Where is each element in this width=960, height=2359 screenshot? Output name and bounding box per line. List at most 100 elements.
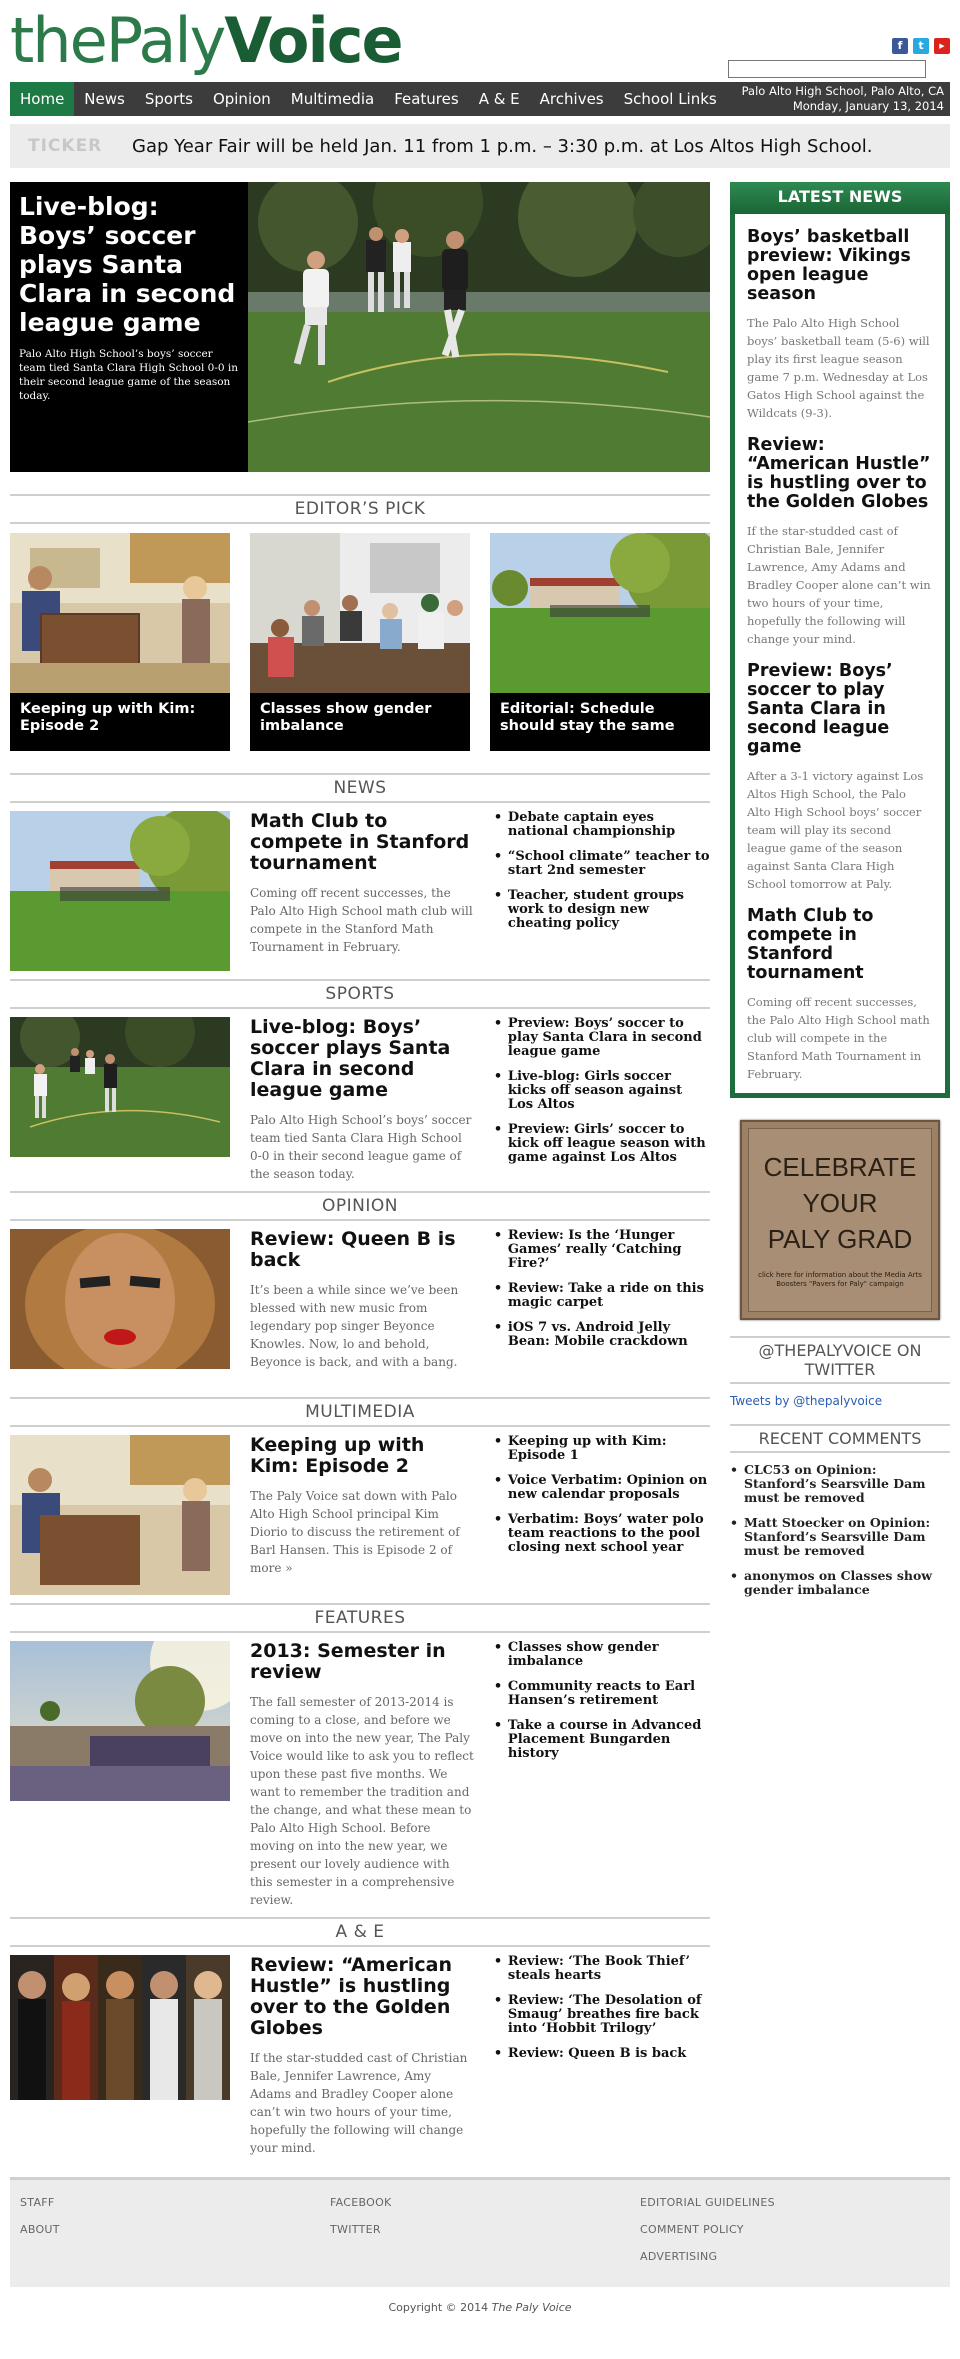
opinion-summary: It’s been a while since we’ve been bless… <box>250 1283 459 1369</box>
copyright: Copyright © 2014 The Paly Voice <box>10 2301 950 2314</box>
sports-link[interactable]: Preview: Girls’ soccer to kick off leagu… <box>494 1123 710 1165</box>
ticker-text[interactable]: Gap Year Fair will be held Jan. 11 from … <box>132 136 873 157</box>
multimedia-thumbnail[interactable] <box>10 1435 230 1595</box>
editors-pick-caption[interactable]: Editorial: Schedule should stay the same <box>490 693 710 751</box>
sports-feature: Live-blog: Boys’ soccer plays Santa Clar… <box>250 1017 474 1183</box>
nav-archives[interactable]: Archives <box>530 82 614 116</box>
latest-news-title[interactable]: Review: “American Hustle” is hustling ov… <box>747 436 933 512</box>
copyright-name: The Paly Voice <box>491 2301 572 2314</box>
recent-comment[interactable]: anonymos on Classes show gender imbalanc… <box>730 1569 950 1597</box>
editors-pick-caption[interactable]: Keeping up with Kim: Episode 2 <box>10 693 230 751</box>
footer-col-3: EDITORIAL GUIDELINES COMMENT POLICY ADVE… <box>640 2196 950 2287</box>
latest-news-title[interactable]: Math Club to compete in Stanford tournam… <box>747 907 933 983</box>
ae-heading: A & E <box>10 1917 710 1947</box>
ae-feature: Review: “American Hustle” is hustling ov… <box>250 1955 474 2157</box>
nav-opinion[interactable]: Opinion <box>203 82 281 116</box>
site-header: thePalyVoice f t ▶ <box>10 0 950 82</box>
hero-photo[interactable] <box>248 182 710 472</box>
latest-news-heading: LATEST NEWS <box>730 182 950 214</box>
nav-news[interactable]: News <box>74 82 135 116</box>
ae-link[interactable]: Review: ‘The Desolation of Smaug’ breath… <box>494 1994 710 2036</box>
opinion-section: Review: Queen B is back It’s been a whil… <box>10 1229 710 1389</box>
opinion-thumbnail[interactable] <box>10 1229 230 1389</box>
latest-news-summary: After a 3-1 victory against Los Altos Hi… <box>747 769 924 891</box>
facebook-icon[interactable]: f <box>892 38 908 54</box>
news-summary: Coming off recent successes, the Palo Al… <box>250 886 473 954</box>
ae-links: Review: ‘The Book Thief’ steals hearts R… <box>494 1955 710 2157</box>
multimedia-link[interactable]: Keeping up with Kim: Episode 1 <box>494 1435 710 1463</box>
multimedia-title[interactable]: Keeping up with Kim: Episode 2 <box>250 1435 474 1477</box>
footer-link-facebook[interactable]: FACEBOOK <box>330 2196 640 2209</box>
recent-comments-list: CLC53 on Opinion: Stanford’s Searsville … <box>730 1463 950 1597</box>
opinion-title[interactable]: Review: Queen B is back <box>250 1229 474 1271</box>
news-heading: NEWS <box>10 773 710 803</box>
hero-title[interactable]: Live-blog: Boys’ soccer plays Santa Clar… <box>19 192 239 337</box>
sports-title[interactable]: Live-blog: Boys’ soccer plays Santa Clar… <box>250 1017 474 1101</box>
youtube-icon[interactable]: ▶ <box>934 38 950 54</box>
opinion-link[interactable]: iOS 7 vs. Android Jelly Bean: Mobile cra… <box>494 1321 710 1349</box>
ad-line-2: YOUR <box>802 1188 878 1218</box>
nav-ae[interactable]: A & E <box>469 82 530 116</box>
paly-grad-ad[interactable]: CELEBRATE YOUR PALY GRAD click here for … <box>740 1120 940 1320</box>
recent-comment[interactable]: Matt Stoecker on Opinion: Stanford’s Sea… <box>730 1516 950 1558</box>
ae-link[interactable]: Review: Queen B is back <box>494 2047 710 2062</box>
news-title[interactable]: Math Club to compete in Stanford tournam… <box>250 811 474 874</box>
editors-pick-image <box>490 533 710 693</box>
nav-school-links[interactable]: School Links <box>614 82 727 116</box>
opinion-link[interactable]: Review: Is the ‘Hunger Games’ really ‘Ca… <box>494 1229 710 1271</box>
editors-pick-item[interactable]: Keeping up with Kim: Episode 2 <box>10 533 230 751</box>
news-section: Math Club to compete in Stanford tournam… <box>10 811 710 971</box>
footer-link-staff[interactable]: STAFF <box>20 2196 330 2209</box>
news-thumbnail[interactable] <box>10 811 230 971</box>
footer-link-twitter[interactable]: TWITTER <box>330 2223 640 2236</box>
editors-pick-caption[interactable]: Classes show gender imbalance <box>250 693 470 751</box>
copyright-prefix: Copyright © 2014 <box>388 2301 492 2314</box>
hero-text: Live-blog: Boys’ soccer plays Santa Clar… <box>10 182 248 472</box>
features-link[interactable]: Community reacts to Earl Hansen’s retire… <box>494 1680 710 1708</box>
ae-thumbnail[interactable] <box>10 1955 230 2115</box>
ae-summary: If the star-studded cast of Christian Ba… <box>250 2051 468 2155</box>
news-link[interactable]: Debate captain eyes national championshi… <box>494 811 710 839</box>
multimedia-links: Keeping up with Kim: Episode 1 Voice Ver… <box>494 1435 710 1595</box>
twitter-icon[interactable]: t <box>913 38 929 54</box>
footer-link-about[interactable]: ABOUT <box>20 2223 330 2236</box>
hero-story[interactable]: Live-blog: Boys’ soccer plays Santa Clar… <box>10 182 710 472</box>
sports-thumbnail[interactable] <box>10 1017 230 1177</box>
features-link[interactable]: Take a course in Advanced Placement Bung… <box>494 1719 710 1761</box>
features-title[interactable]: 2013: Semester in review <box>250 1641 474 1683</box>
latest-news-item: Preview: Boys’ soccer to play Santa Clar… <box>735 662 945 893</box>
opinion-link[interactable]: Review: Take a ride on this magic carpet <box>494 1282 710 1310</box>
editors-pick-item[interactable]: Editorial: Schedule should stay the same <box>490 533 710 751</box>
editors-pick-item[interactable]: Classes show gender imbalance <box>250 533 470 751</box>
multimedia-link[interactable]: Voice Verbatim: Opinion on new calendar … <box>494 1474 710 1502</box>
features-link[interactable]: Classes show gender imbalance <box>494 1641 710 1669</box>
site-location: Palo Alto High School, Palo Alto, CA <box>741 84 944 98</box>
ticker: TICKER Gap Year Fair will be held Jan. 1… <box>10 124 950 168</box>
ae-title[interactable]: Review: “American Hustle” is hustling ov… <box>250 1955 474 2039</box>
news-link[interactable]: Teacher, student groups work to design n… <box>494 889 710 931</box>
sports-link[interactable]: Live-blog: Girls soccer kicks off season… <box>494 1070 710 1112</box>
latest-news-title[interactable]: Boys’ basketball preview: Vikings open l… <box>747 228 933 304</box>
site-footer: STAFF ABOUT FACEBOOK TWITTER EDITORIAL G… <box>10 2177 950 2287</box>
features-thumbnail[interactable] <box>10 1641 230 1801</box>
news-link[interactable]: “School climate” teacher to start 2nd se… <box>494 850 710 878</box>
nav-sports[interactable]: Sports <box>135 82 203 116</box>
sports-link[interactable]: Preview: Boys’ soccer to play Santa Clar… <box>494 1017 710 1059</box>
ad-small-text: click here for information about the Med… <box>758 1271 922 1288</box>
footer-link-editorial-guidelines[interactable]: EDITORIAL GUIDELINES <box>640 2196 950 2209</box>
site-logo[interactable]: thePalyVoice <box>10 10 404 72</box>
latest-news-title[interactable]: Preview: Boys’ soccer to play Santa Clar… <box>747 662 933 757</box>
multimedia-link[interactable]: Verbatim: Boys’ water polo team reaction… <box>494 1513 710 1555</box>
ae-section: Review: “American Hustle” is hustling ov… <box>10 1955 710 2157</box>
nav-multimedia[interactable]: Multimedia <box>281 82 384 116</box>
recent-comment[interactable]: CLC53 on Opinion: Stanford’s Searsville … <box>730 1463 950 1505</box>
search-input[interactable] <box>728 60 926 78</box>
ae-link[interactable]: Review: ‘The Book Thief’ steals hearts <box>494 1955 710 1983</box>
nav-features[interactable]: Features <box>384 82 469 116</box>
features-links: Classes show gender imbalance Community … <box>494 1641 710 1909</box>
tweets-link[interactable]: Tweets by @thepalyvoice <box>730 1394 950 1408</box>
sports-heading: SPORTS <box>10 979 710 1009</box>
footer-link-advertising[interactable]: ADVERTISING <box>640 2250 950 2263</box>
footer-link-comment-policy[interactable]: COMMENT POLICY <box>640 2223 950 2236</box>
nav-home[interactable]: Home <box>10 82 75 116</box>
